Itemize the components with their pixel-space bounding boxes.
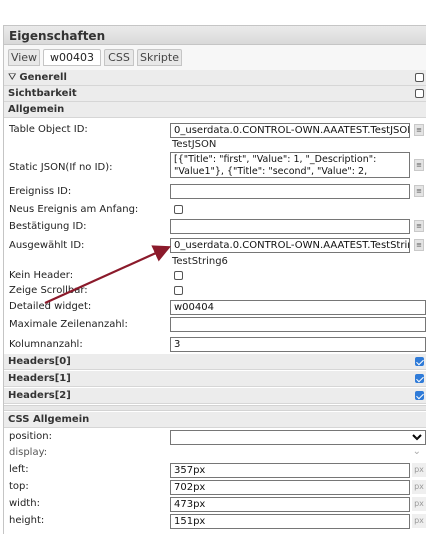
section-allgemein[interactable]: Allgemein [4,102,426,118]
section-sichtbarkeit-label: Sichtbarkeit [8,88,77,99]
section-css-allgemein[interactable]: CSS Allgemein [4,412,426,428]
zeige-scrollbar-label: Zeige Scrollbar: [9,285,88,296]
row-ausgewaehlt-id: Ausgewählt ID: 0_userdata.0.CONTROL-OWN.… [4,237,426,269]
css-top-unit[interactable]: px [412,480,426,494]
css-height-label: height: [9,515,45,526]
neues-ereignis-checkbox[interactable] [174,205,183,214]
neues-ereignis-label: Neus Ereignis am Anfang: [9,204,139,215]
static-json-textarea[interactable]: [{"Title": "first", "Value": 1, "_Descri… [170,152,410,178]
chevron-down-icon: ⌄ [412,431,421,442]
css-height-unit[interactable]: px [412,514,426,528]
static-json-label: Static JSON(If no ID): [9,162,113,173]
table-object-id-select-button[interactable]: ≡ [414,124,424,136]
section-headers-1-label: Headers[1] [8,373,71,384]
ausgewaehlt-id-select-button[interactable]: ≡ [414,239,424,251]
row-bestaetigung-id: Bestätigung ID: ≡ [4,218,426,236]
section-headers-2-toggle[interactable] [415,391,424,400]
tab-widget-id[interactable]: w00403 [43,49,101,66]
row-kolumnanzahl: Kolumnanzahl: 3 [4,335,426,353]
bestaetigung-id-label: Bestätigung ID: [9,221,87,232]
table-object-id-label: Table Object ID: [9,124,88,135]
chevron-down-icon[interactable]: ⌄ [413,446,421,457]
section-css-allgemein-label: CSS Allgemein [8,414,90,425]
section-generell-toggle[interactable] [415,73,424,82]
kolumnanzahl-input[interactable]: 3 [170,337,426,352]
panel-title: Eigenschaften [3,25,426,45]
css-left-label: left: [9,464,29,475]
row-neues-ereignis: Neus Ereignis am Anfang: [4,202,426,218]
kolumnanzahl-label: Kolumnanzahl: [9,339,83,350]
section-sichtbarkeit-toggle[interactable] [415,89,424,98]
detailed-widget-input[interactable]: w00404 [170,300,426,315]
row-css-top: top: 702px px [4,479,426,496]
section-headers-1-toggle[interactable] [415,374,424,383]
section-divider [4,405,426,411]
css-width-unit[interactable]: px [412,497,426,511]
ausgewaehlt-id-hint: TestString6 [172,256,228,267]
tab-view[interactable]: View [8,49,40,66]
row-css-width: width: 473px px [4,496,426,513]
ereignis-id-input[interactable] [170,184,410,199]
max-zeilen-input[interactable] [170,317,426,332]
row-css-height: height: 151px px [4,513,426,530]
css-left-unit[interactable]: px [412,463,426,477]
table-object-id-input[interactable]: 0_userdata.0.CONTROL-OWN.AAATEST.TestJSO… [170,123,410,138]
row-table-object-id: Table Object ID: 0_userdata.0.CONTROL-OW… [4,121,426,151]
bestaetigung-id-select-button[interactable]: ≡ [414,220,424,232]
tab-skripte[interactable]: Skripte [137,49,182,66]
filter-icon: ⛛ [8,72,17,83]
css-display-label: display: [9,447,48,458]
css-width-input[interactable]: 473px [170,497,410,512]
detailed-widget-label: Detailed widget: [9,301,92,312]
section-headers-0-toggle[interactable] [415,357,424,366]
row-detailed-widget: Detailed widget: w00404 [4,299,426,316]
kein-header-label: Kein Header: [9,270,74,281]
section-generell-label: Generell [19,72,67,83]
section-headers-2[interactable]: Headers[2] [4,388,426,404]
row-css-left: left: 357px px [4,462,426,479]
table-object-id-hint: TestJSON [172,139,217,150]
section-sichtbarkeit[interactable]: Sichtbarkeit [4,86,426,102]
css-height-input[interactable]: 151px [170,514,410,529]
tab-bar: View w00403 CSS Skripte [3,45,426,70]
css-top-input[interactable]: 702px [170,480,410,495]
row-css-display: display: ⌄ [4,446,426,462]
section-headers-1[interactable]: Headers[1] [4,371,426,387]
properties-content: ⛛ Generell Sichtbarkeit Allgemein Table O… [3,70,426,534]
static-json-edit-button[interactable]: ≡ [414,159,424,171]
row-kein-header: Kein Header: [4,269,426,284]
css-width-label: width: [9,498,40,509]
section-headers-2-label: Headers[2] [8,390,71,401]
css-top-label: top: [9,481,29,492]
ausgewaehlt-id-label: Ausgewählt ID: [9,240,85,251]
max-zeilen-label: Maximale Zeilenanzahl: [9,319,128,330]
row-ereignis-id: Ereigniss ID: ≡ [4,183,426,201]
kein-header-checkbox[interactable] [174,271,183,280]
zeige-scrollbar-checkbox[interactable] [174,286,183,295]
row-max-zeilen: Maximale Zeilenanzahl: [4,316,426,334]
section-headers-0-label: Headers[0] [8,356,71,367]
css-position-select[interactable] [170,430,426,445]
ausgewaehlt-id-input[interactable]: 0_userdata.0.CONTROL-OWN.AAATEST.TestStr… [170,238,410,253]
section-allgemein-label: Allgemein [8,104,65,115]
css-left-input[interactable]: 357px [170,463,410,478]
ereignis-id-select-button[interactable]: ≡ [414,185,424,197]
tab-css[interactable]: CSS [104,49,134,66]
ereignis-id-label: Ereigniss ID: [9,186,72,197]
css-position-label: position: [9,431,52,442]
bestaetigung-id-input[interactable] [170,219,410,234]
section-generell[interactable]: ⛛ Generell [4,70,426,86]
row-css-position: position: ⌄ [4,429,426,446]
section-headers-0[interactable]: Headers[0] [4,354,426,370]
row-zeige-scrollbar: Zeige Scrollbar: [4,284,426,299]
row-static-json: Static JSON(If no ID): [{"Title": "first… [4,151,426,181]
